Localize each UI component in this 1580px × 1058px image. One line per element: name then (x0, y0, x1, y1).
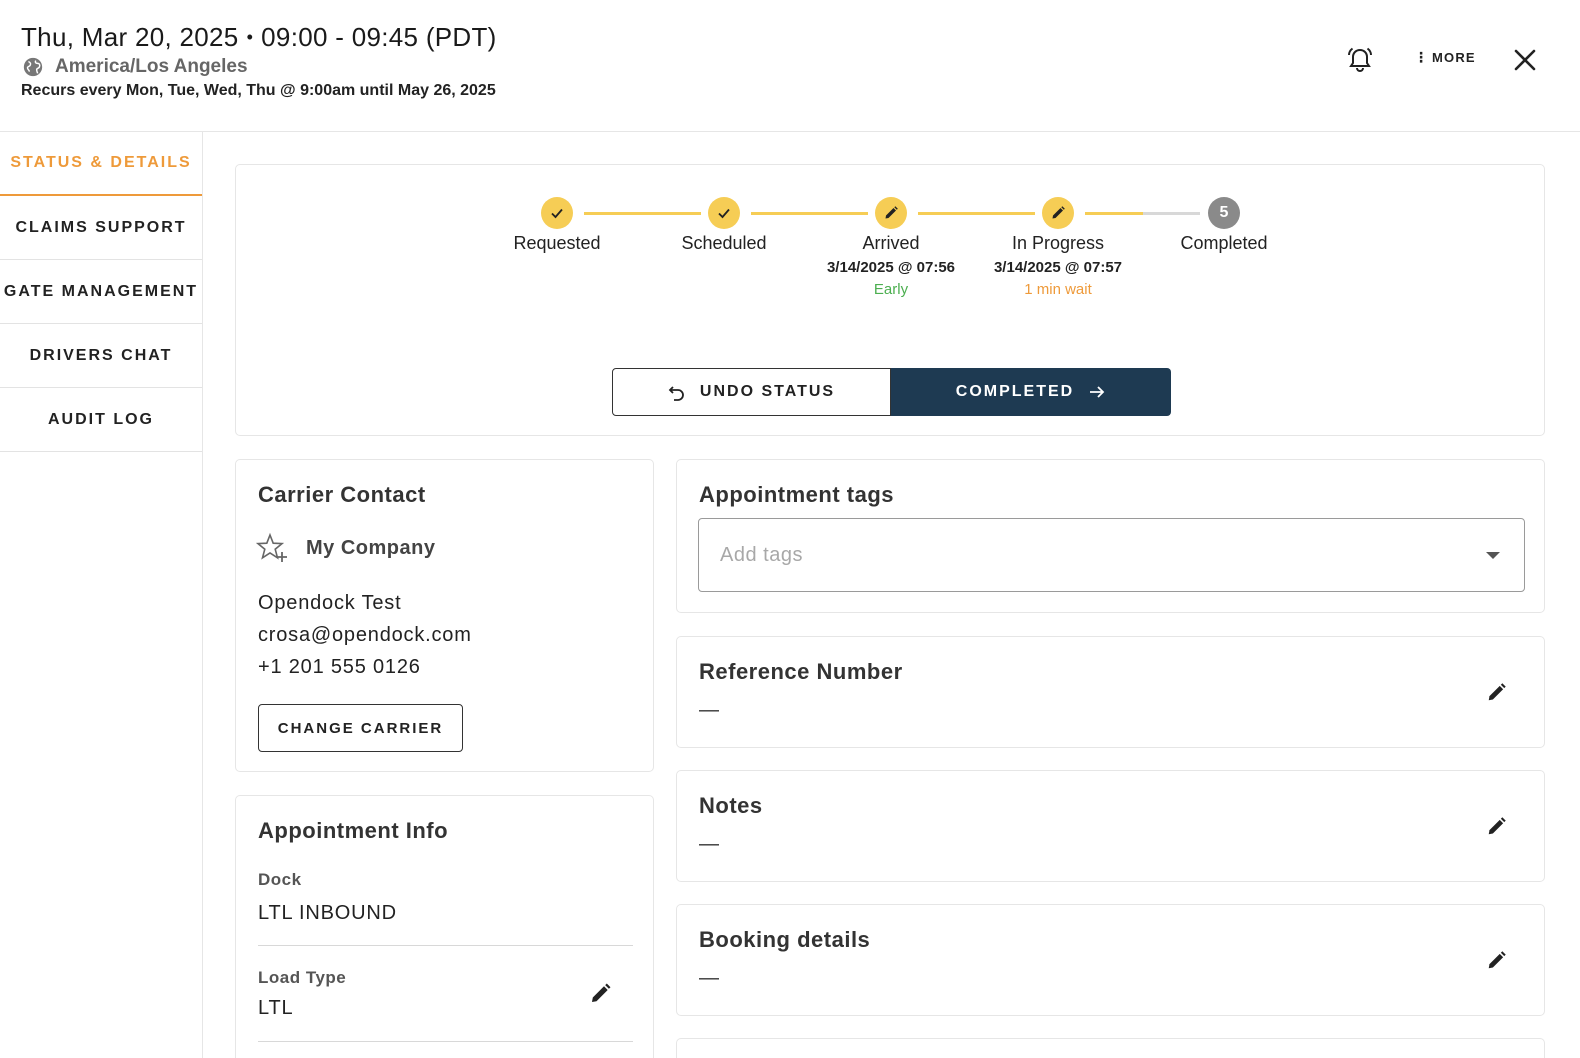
status-card: Requested Scheduled Arrived 3/14/2025 @ … (235, 164, 1545, 436)
reference-number-value: — (699, 699, 719, 721)
step-connector (918, 212, 1035, 215)
load-type-label: Load Type (258, 968, 347, 987)
undo-icon (668, 386, 684, 401)
reference-number-title: Reference Number (699, 659, 903, 684)
step-scheduled-check (708, 197, 740, 229)
edit-reference-icon[interactable] (1486, 681, 1508, 703)
notes-value: — (699, 833, 719, 855)
step-in-progress-edit[interactable] (1042, 197, 1074, 229)
tab-audit-log[interactable]: AUDIT LOG (0, 388, 202, 452)
edit-booking-icon[interactable] (1486, 949, 1508, 971)
globe-icon (23, 57, 43, 77)
edit-load-type-icon[interactable] (589, 981, 613, 1005)
more-menu-button[interactable]: ⋮ MORE (1414, 49, 1476, 66)
field-divider (258, 1041, 633, 1042)
reference-number-card: Reference Number — (676, 636, 1545, 748)
tab-status-details[interactable]: STATUS & DETAILS (0, 132, 202, 196)
more-label: MORE (1432, 50, 1476, 65)
notes-title: Notes (699, 793, 763, 818)
carrier-phone: +1 201 555 0126 (258, 656, 421, 678)
undo-status-button[interactable]: UNDO STATUS (612, 368, 891, 416)
step-note-in-progress: 1 min wait (1024, 281, 1092, 298)
kebab-icon: ⋮ (1414, 49, 1428, 65)
favorite-star-add-icon[interactable] (256, 532, 288, 564)
tags-placeholder: Add tags (720, 544, 803, 566)
step-note-arrived: Early (873, 281, 909, 298)
step-label-scheduled: Scheduled (681, 233, 767, 253)
dock-value: LTL INBOUND (258, 902, 397, 924)
tab-gate-management[interactable]: GATE MANAGEMENT (0, 260, 202, 324)
appointment-info-title: Appointment Info (258, 818, 449, 843)
step-time-in-progress: 3/14/2025 @ 07:57 (993, 259, 1123, 276)
check-icon (718, 208, 730, 219)
booking-details-value: — (699, 967, 719, 989)
carrier-name: Opendock Test (258, 592, 402, 614)
separator-dot: • (246, 27, 254, 47)
load-type-value: LTL (258, 997, 294, 1019)
step-completed-number: 5 (1208, 197, 1240, 229)
tags-select[interactable]: Add tags (698, 518, 1525, 592)
step-time-arrived: 3/14/2025 @ 07:56 (826, 259, 956, 276)
edit-notes-icon[interactable] (1486, 815, 1508, 837)
appointment-tags-card: Appointment tags Add tags (676, 459, 1545, 613)
appointment-header: Thu, Mar 20, 2025 • 09:00 - 09:45 (PDT) Am… (0, 0, 1580, 132)
carrier-contact-title: Carrier Contact (258, 482, 426, 507)
booking-details-card: Booking details — (676, 904, 1545, 1016)
recurrence-text: Recurs every Mon, Tue, Wed, Thu @ 9:00am… (21, 82, 496, 99)
carrier-company: My Company (306, 537, 436, 559)
pencil-icon (885, 206, 898, 219)
tab-drivers-chat[interactable]: DRIVERS CHAT (0, 324, 202, 388)
carrier-contact-card: Carrier Contact My Company Opendock Test… (235, 459, 654, 772)
step-connector (584, 212, 701, 215)
step-arrived-edit[interactable] (875, 197, 907, 229)
appointment-date: Thu, Mar 20, 2025 (21, 22, 239, 52)
dropdown-arrow-icon[interactable] (1486, 552, 1500, 559)
booking-details-title: Booking details (699, 927, 871, 952)
timezone-label: America/Los Angeles (55, 56, 248, 77)
pencil-icon (1052, 206, 1065, 219)
dock-label: Dock (258, 870, 302, 889)
check-icon (551, 208, 563, 219)
step-connector-progress (1085, 212, 1143, 215)
tab-claims-support[interactable]: CLAIMS SUPPORT (0, 196, 202, 260)
notes-card: Notes — (676, 770, 1545, 882)
appointment-tags-title: Appointment tags (699, 482, 894, 507)
alarm-bell-icon[interactable] (1346, 46, 1374, 74)
next-card (676, 1038, 1545, 1058)
step-requested-check (541, 197, 573, 229)
carrier-email: crosa@opendock.com (258, 624, 472, 646)
step-label-requested: Requested (513, 233, 601, 253)
arrow-right-icon (1090, 386, 1105, 398)
appointment-datetime: Thu, Mar 20, 2025 • 09:00 - 09:45 (PDT) (21, 22, 497, 53)
appointment-info-card: Appointment Info Dock LTL INBOUND Load T… (235, 795, 654, 1058)
step-label-arrived: Arrived (862, 233, 920, 253)
change-carrier-button[interactable]: CHANGE CARRIER (258, 704, 463, 752)
field-divider (258, 945, 633, 946)
complete-status-label: COMPLETED (955, 383, 1075, 400)
sidebar-nav: STATUS & DETAILS CLAIMS SUPPORT GATE MAN… (0, 132, 203, 1058)
step-connector (751, 212, 868, 215)
step-label-in-progress: In Progress (1011, 233, 1105, 253)
appointment-time-range: 09:00 - 09:45 (PDT) (261, 22, 497, 52)
undo-status-label: UNDO STATUS (699, 383, 836, 400)
close-icon[interactable] (1512, 47, 1538, 73)
timezone-row: America/Los Angeles (22, 56, 248, 78)
step-label-completed: Completed (1180, 233, 1268, 253)
complete-status-button[interactable]: COMPLETED (891, 368, 1171, 416)
